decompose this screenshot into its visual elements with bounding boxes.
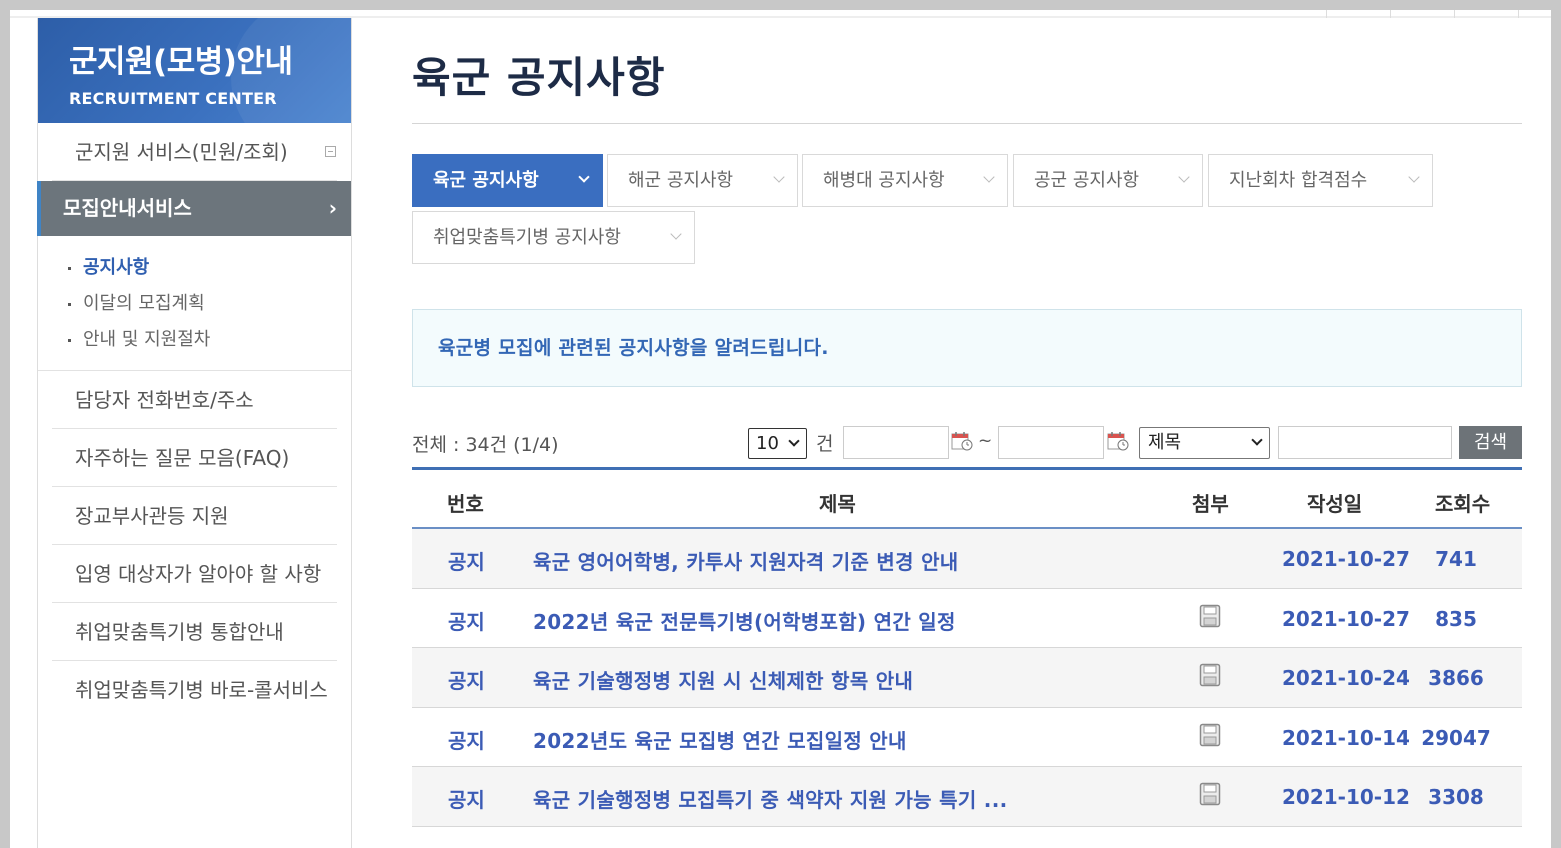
row-date: 2021-10-27 (1282, 547, 1410, 571)
chevron-down-icon (788, 435, 800, 447)
notice-table: 번호 제목 첨부 작성일 조회수 공지 육군 영어어학병, 카투사 지원자격 기… (412, 467, 1522, 839)
search-input[interactable] (1278, 426, 1452, 459)
date-range-separator: ~ (978, 431, 993, 451)
table-row[interactable]: 공지 2022년도 육군 모집병 연간 모집일정 안내 2021-10-14 2… (412, 708, 1522, 767)
per-page-value: 10 (756, 433, 779, 454)
header-attachment: 첨부 (1192, 492, 1229, 516)
chevron-down-icon (1408, 171, 1420, 183)
tab-label: 지난회차 합격점수 (1229, 170, 1368, 191)
title-divider (412, 123, 1522, 124)
header-views: 조회수 (1435, 492, 1491, 516)
table-row[interactable]: 공지 육군 기술행정병 지원 시 신체제한 항목 안내 2021-10-24 3… (412, 648, 1522, 708)
search-field-value: 제목 (1148, 432, 1182, 453)
row-title-link[interactable]: 2022년도 육군 모집병 연간 모집일정 안내 (533, 725, 907, 754)
top-tab-divider (1518, 10, 1519, 18)
sidebar-item-contacts[interactable]: 담당자 전화번호/주소 (52, 371, 337, 429)
per-page-unit: 건 (816, 433, 834, 455)
per-page-select[interactable]: 10 (748, 428, 807, 459)
header-number: 번호 (447, 492, 484, 516)
header-date: 작성일 (1307, 492, 1363, 516)
sidebar-header: 군지원(모병)안내 RECRUITMENT CENTER (38, 18, 351, 123)
tab-army[interactable]: 육군 공지사항 (412, 154, 603, 207)
attachment-disk-icon[interactable] (1199, 723, 1221, 747)
row-date: 2021-10-27 (1282, 606, 1410, 631)
header-title: 제목 (819, 492, 856, 516)
calendar-icon[interactable] (951, 431, 973, 451)
calendar-icon[interactable] (1107, 431, 1129, 451)
chevron-down-icon (578, 171, 590, 183)
browser-page: 군지원(모병)안내 RECRUITMENT CENTER 군지원 서비스(민원/… (10, 10, 1551, 848)
attachment-disk-icon[interactable] (1199, 604, 1221, 628)
page-title: 육군 공지사항 (412, 53, 666, 102)
sidebar-item-label: 모집안내서비스 (63, 196, 192, 220)
tab-label: 육군 공지사항 (433, 170, 539, 191)
row-title-link[interactable]: 육군 기술행정병 지원 시 신체제한 항목 안내 (533, 665, 913, 694)
sidebar-item-enlistment[interactable]: 입영 대상자가 알아야 할 사항 (52, 545, 337, 603)
submenu-item-notice[interactable]: 공지사항 (66, 250, 351, 286)
sidebar-item-faq[interactable]: 자주하는 질문 모음(FAQ) (52, 429, 337, 487)
sidebar: 군지원(모병)안내 RECRUITMENT CENTER 군지원 서비스(민원/… (37, 18, 352, 848)
header-decoration (231, 18, 351, 123)
table-row[interactable]: 공지 육군 영어어학병, 카투사 지원자격 기준 변경 안내 2021-10-2… (412, 529, 1522, 589)
attachment-disk-icon[interactable] (1199, 782, 1221, 806)
end-date-input[interactable] (998, 426, 1104, 459)
chevron-down-icon (773, 171, 785, 183)
chevron-right-icon: › (328, 196, 337, 220)
top-tab-divider (1326, 10, 1327, 18)
row-number: 공지 (448, 669, 485, 693)
sidebar-item-job-specialty[interactable]: 취업맞춤특기병 통합안내 (52, 603, 337, 661)
table-row (412, 827, 1522, 839)
search-field-select[interactable]: 제목 (1139, 427, 1270, 459)
sidebar-item-service[interactable]: 군지원 서비스(민원/조회) (52, 123, 337, 181)
submenu-item-procedure[interactable]: 안내 및 지원절차 (66, 322, 351, 358)
row-views: 835 (1435, 606, 1477, 631)
chevron-down-icon (670, 228, 682, 240)
tab-marines[interactable]: 해병대 공지사항 (802, 154, 1008, 207)
table-header: 번호 제목 첨부 작성일 조회수 (412, 467, 1522, 529)
sidebar-item-recruit-info[interactable]: 모집안내서비스 › (37, 181, 351, 236)
tab-job-specialty[interactable]: 취업맞춤특기병 공지사항 (412, 211, 695, 264)
sidebar-item-call-service[interactable]: 취업맞춤특기병 바로-콜서비스 (52, 661, 337, 719)
tab-past-scores[interactable]: 지난회차 합격점수 (1208, 154, 1433, 207)
minimize-icon (325, 146, 336, 157)
search-button[interactable]: 검색 (1459, 426, 1522, 459)
sidebar-submenu: 공지사항 이달의 모집계획 안내 및 지원절차 (38, 236, 351, 371)
row-date: 2021-10-12 (1282, 785, 1410, 809)
row-views: 741 (1435, 547, 1477, 571)
row-views: 29047 (1421, 725, 1491, 750)
row-date: 2021-10-14 (1282, 725, 1410, 750)
row-title-link[interactable]: 육군 영어어학병, 카투사 지원자격 기준 변경 안내 (533, 546, 958, 575)
table-row[interactable]: 공지 2022년 육군 전문특기병(어학병포함) 연간 일정 2021-10-2… (412, 589, 1522, 648)
total-count: 전체 : 34건 (1/4) (412, 434, 559, 456)
chevron-down-icon (1251, 434, 1263, 446)
submenu-item-monthly-plan[interactable]: 이달의 모집계획 (66, 286, 351, 322)
attachment-disk-icon[interactable] (1199, 663, 1221, 687)
top-tab-divider (1454, 10, 1455, 18)
row-number: 공지 (448, 728, 485, 753)
sidebar-item-label: 군지원 서비스(민원/조회) (75, 140, 288, 164)
tab-air-force[interactable]: 공군 공지사항 (1013, 154, 1203, 207)
chevron-down-icon (983, 171, 995, 183)
row-number: 공지 (448, 788, 485, 812)
row-title-link[interactable]: 육군 기술행정병 모집특기 중 색약자 지원 가능 특기 ... (533, 784, 1008, 813)
tab-label: 해군 공지사항 (628, 170, 734, 191)
start-date-input[interactable] (843, 426, 949, 459)
row-views: 3308 (1428, 785, 1484, 809)
search-toolbar: 전체 : 34건 (1/4) 10 건 ~ 제목 검색 (412, 426, 1522, 460)
tab-label: 공군 공지사항 (1034, 170, 1140, 191)
row-date: 2021-10-24 (1282, 666, 1410, 690)
tab-navy[interactable]: 해군 공지사항 (607, 154, 798, 207)
tab-label: 해병대 공지사항 (823, 170, 945, 191)
notice-banner: 육군병 모집에 관련된 공지사항을 알려드립니다. (412, 309, 1522, 387)
table-row[interactable]: 공지 육군 기술행정병 모집특기 중 색약자 지원 가능 특기 ... 2021… (412, 767, 1522, 827)
top-tab-divider (1390, 10, 1391, 18)
row-number: 공지 (448, 609, 485, 634)
sidebar-item-officer[interactable]: 장교부사관등 지원 (52, 487, 337, 545)
row-title-link[interactable]: 2022년 육군 전문특기병(어학병포함) 연간 일정 (533, 606, 956, 635)
chevron-down-icon (1178, 171, 1190, 183)
tab-label: 취업맞춤특기병 공지사항 (433, 227, 621, 248)
row-number: 공지 (448, 550, 485, 574)
row-views: 3866 (1428, 666, 1484, 690)
